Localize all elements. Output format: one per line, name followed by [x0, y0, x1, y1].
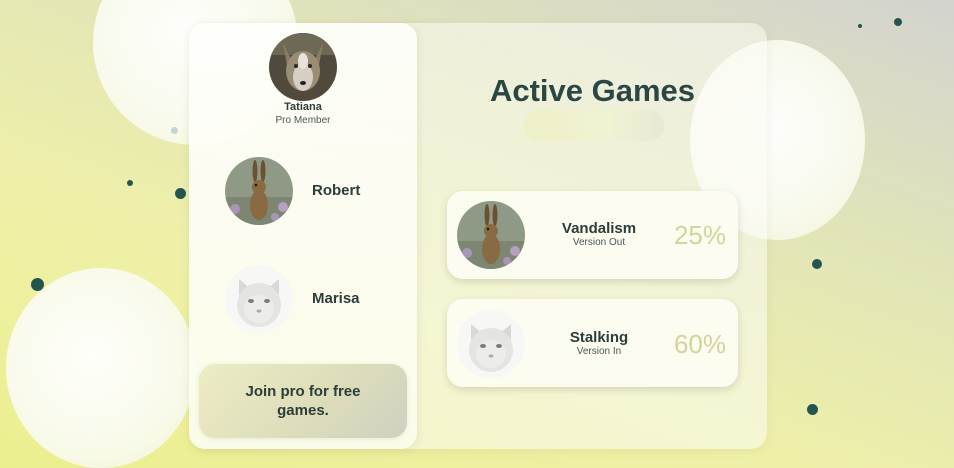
decor-dot [127, 180, 133, 186]
wolf-icon [269, 33, 337, 101]
decor-dot [171, 127, 178, 134]
friend-name-robert[interactable]: Robert [312, 182, 360, 199]
game-avatar-vandalism [457, 201, 525, 269]
game-title: Vandalism [561, 220, 637, 237]
friend-avatar-robert[interactable] [225, 157, 293, 225]
decor-dot [175, 188, 186, 199]
join-pro-button[interactable]: Join pro for free games. [199, 364, 407, 438]
game-progress: 25% [673, 220, 727, 250]
search-input[interactable] [524, 110, 664, 141]
game-avatar-stalking [457, 310, 525, 378]
decor-dot [858, 24, 862, 28]
decor-dot [807, 404, 818, 415]
background-circle-bottom [6, 268, 196, 468]
decor-dot [812, 259, 822, 269]
decor-dot [894, 18, 902, 26]
page-title: Active Games [489, 73, 696, 108]
game-title: Stalking [569, 329, 629, 346]
game-progress: 60% [673, 329, 727, 359]
friend-avatar-marisa[interactable] [225, 265, 293, 333]
profile-avatar[interactable] [269, 33, 337, 101]
profile-name: Tatiana [284, 101, 322, 113]
hare-icon [457, 201, 525, 269]
hare-icon [225, 157, 293, 225]
white-cat-icon [457, 310, 525, 378]
profile-role: Pro Member [275, 115, 331, 126]
white-cat-icon [225, 265, 293, 333]
game-subtitle: Version In [576, 346, 622, 357]
friend-name-marisa[interactable]: Marisa [312, 290, 360, 307]
game-subtitle: Version Out [572, 237, 626, 248]
decor-dot [31, 278, 44, 291]
